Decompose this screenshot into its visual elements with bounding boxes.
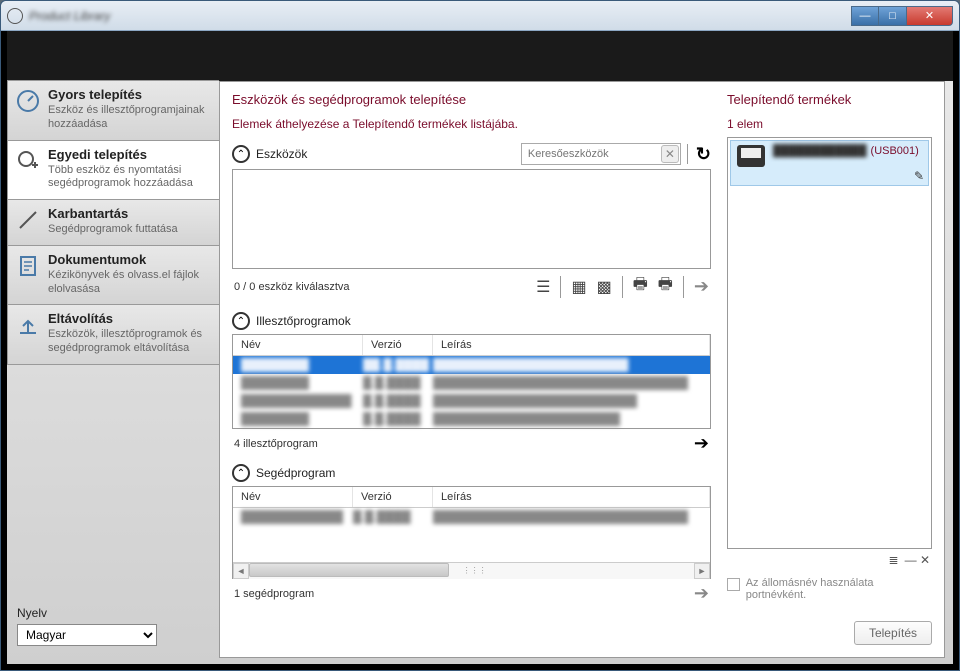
window-buttons: — □ ✕ — [851, 6, 953, 26]
install-queue: ████████████(USB001) ✎ — [727, 137, 932, 549]
uninstall-icon — [16, 313, 40, 337]
scroll-thumb[interactable] — [249, 563, 449, 577]
printer-add-icon[interactable]: 🖶 — [658, 273, 673, 300]
hostname-checkbox-row[interactable]: Az állomásnév használata portnévként. — [727, 577, 932, 601]
expand-icon[interactable]: ≣ — [889, 553, 899, 567]
nav-title: Gyors telepítés — [48, 87, 211, 102]
queue-item-label: ████████████(USB001) — [773, 145, 919, 167]
window-title: Product Library — [29, 9, 851, 23]
collapse-drivers-icon[interactable]: ⌃ — [232, 312, 250, 330]
scroll-track[interactable]: ⋮⋮⋮ — [249, 563, 694, 579]
nav-desc: Eszközök, illesztőprogramok és segédprog… — [48, 328, 211, 356]
table-row[interactable]: █████████████.█.████████████████████████… — [233, 508, 710, 526]
instruction-text: Elemek áthelyezése a Telepítendő terméke… — [232, 117, 711, 131]
nav-desc: Eszköz és illesztőprogramjainak hozzáadá… — [48, 104, 211, 132]
col-name[interactable]: Név — [233, 487, 353, 507]
clear-search-icon[interactable]: ✕ — [661, 145, 679, 163]
nav-title: Eltávolítás — [48, 311, 211, 326]
gauge-icon — [16, 89, 40, 113]
col-version[interactable]: Verzió — [363, 335, 433, 355]
document-icon — [16, 254, 40, 278]
drivers-heading: Illesztőprogramok — [256, 314, 351, 328]
minimize-button[interactable]: — — [851, 6, 879, 26]
app-icon — [7, 8, 23, 24]
table-row[interactable]: ██████████.█.███████████████████████████ — [233, 356, 710, 374]
edit-icon[interactable]: ✎ — [914, 169, 924, 183]
app-window: Product Library — □ ✕ Gyors telepítés Es… — [0, 0, 960, 671]
sidebar-item-documents[interactable]: Dokumentumok Kézikönyvek és olvass.el fá… — [7, 245, 219, 306]
scroll-left-icon[interactable]: ◄ — [233, 563, 249, 579]
devices-selection-count: 0 / 0 eszköz kiválasztva — [234, 281, 350, 293]
sidebar-item-quick-install[interactable]: Gyors telepítés Eszköz és illesztőprogra… — [7, 80, 219, 141]
sidebar: Gyors telepítés Eszköz és illesztőprogra… — [7, 81, 219, 658]
sidebar-item-maintenance[interactable]: Karbantartás Segédprogramok futtatása — [7, 199, 219, 246]
hostname-label: Az állomásnév használata portnévként. — [746, 577, 932, 601]
drivers-count: 4 illesztőprogram — [234, 438, 694, 450]
nav-desc: Segédprogramok futtatása — [48, 223, 211, 237]
page-title: Eszközök és segédprogramok telepítése — [232, 92, 711, 107]
language-select[interactable]: Magyar — [17, 624, 157, 646]
sidebar-item-uninstall[interactable]: Eltávolítás Eszközök, illesztőprogramok … — [7, 304, 219, 365]
printer-icon[interactable]: 🖶 — [633, 273, 648, 300]
grid-large-icon[interactable]: ▩ — [597, 277, 612, 297]
col-description[interactable]: Leírás — [433, 335, 710, 355]
table-row[interactable]: █████████.█.████████████████████████████… — [233, 374, 710, 392]
add-driver-arrow-icon[interactable]: ➔ — [694, 433, 709, 454]
printer-icon — [737, 145, 765, 167]
drivers-table[interactable]: Név Verzió Leírás ██████████.█.█████████… — [232, 334, 711, 429]
list-view-icon[interactable]: ☰ — [536, 277, 550, 297]
add-utility-arrow-icon[interactable]: ➔ — [694, 583, 709, 604]
queue-count: 1 elem — [727, 117, 932, 131]
language-label: Nyelv — [17, 606, 209, 620]
tools-icon — [16, 208, 40, 232]
nav-title: Egyedi telepítés — [48, 147, 211, 162]
install-button[interactable]: Telepítés — [854, 621, 932, 645]
devices-heading: Eszközök — [256, 147, 307, 161]
utilities-section-header: ⌃ Segédprogram — [232, 464, 711, 482]
main-area: Gyors telepítés Eszköz és illesztőprogra… — [7, 81, 953, 664]
nav-desc: Kézikönyvek és olvass.el fájlok elolvasá… — [48, 269, 211, 297]
devices-section-header: ⌃ Eszközök ✕ ↻ — [232, 143, 711, 165]
table-row[interactable]: █████████.█.██████████████████████████ — [233, 410, 710, 428]
utilities-table[interactable]: Név Verzió Leírás █████████████.█.██████… — [232, 486, 711, 579]
window-body: Gyors telepítés Eszköz és illesztőprogra… — [1, 31, 959, 670]
devices-list[interactable] — [232, 169, 711, 269]
gear-plus-icon — [16, 149, 40, 173]
queue-column: Telepítendő termékek 1 elem ████████████… — [727, 92, 932, 645]
col-name[interactable]: Név — [233, 335, 363, 355]
utilities-heading: Segédprogram — [256, 466, 335, 480]
branding-strip — [7, 31, 953, 81]
language-block: Nyelv Magyar — [7, 598, 219, 658]
content-panel: Eszközök és segédprogramok telepítése El… — [219, 81, 945, 658]
nav-title: Karbantartás — [48, 206, 211, 221]
divider — [687, 144, 688, 164]
refresh-icon[interactable]: ↻ — [696, 144, 711, 165]
collapse-utilities-icon[interactable]: ⌃ — [232, 464, 250, 482]
hostname-checkbox[interactable] — [727, 578, 740, 591]
horizontal-scrollbar[interactable]: ◄ ⋮⋮⋮ ► — [233, 562, 710, 578]
grid-small-icon[interactable]: ▦ — [571, 277, 586, 297]
sidebar-item-custom-install[interactable]: Egyedi telepítés Több eszköz és nyomtatá… — [7, 140, 219, 201]
add-to-queue-arrow-icon[interactable]: ➔ — [694, 276, 709, 297]
remove-icon[interactable]: — ✕ — [905, 553, 930, 567]
queue-title: Telepítendő termékek — [727, 92, 932, 107]
nav-desc: Több eszköz és nyomtatási segédprogramok… — [48, 164, 211, 192]
collapse-devices-icon[interactable]: ⌃ — [232, 145, 250, 163]
titlebar[interactable]: Product Library — □ ✕ — [1, 1, 959, 31]
queue-item[interactable]: ████████████(USB001) ✎ — [730, 140, 929, 186]
nav-title: Dokumentumok — [48, 252, 211, 267]
col-description[interactable]: Leírás — [433, 487, 710, 507]
col-version[interactable]: Verzió — [353, 487, 433, 507]
maximize-button[interactable]: □ — [879, 6, 907, 26]
queue-tools: ≣ — ✕ — [727, 549, 932, 571]
center-column: Eszközök és segédprogramok telepítése El… — [232, 92, 711, 645]
close-button[interactable]: ✕ — [907, 6, 953, 26]
scroll-right-icon[interactable]: ► — [694, 563, 710, 579]
device-search-input[interactable] — [521, 143, 681, 165]
utilities-count: 1 segédprogram — [234, 588, 694, 600]
drivers-section-header: ⌃ Illesztőprogramok — [232, 312, 711, 330]
table-row[interactable]: ██████████████.█.███████████████████████… — [233, 392, 710, 410]
